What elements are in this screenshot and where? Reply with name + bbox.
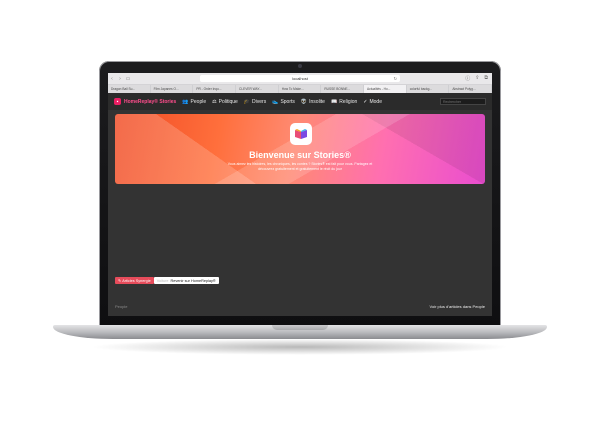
book-icon: 📖 [330, 98, 338, 105]
see-more-link[interactable]: Voir plus d'articles dans People [430, 304, 485, 309]
hero-subtitle: Vous aimez les histoires, les chroniques… [227, 162, 373, 171]
nav-item-label: Insolite [309, 98, 325, 105]
nav-item-mode[interactable]: ✓ Mode [363, 99, 382, 105]
articles-synergie-label: Articles Synergie [122, 278, 151, 283]
nav-item-divers[interactable]: 🎓 Divers [244, 99, 266, 105]
nav-item-sports[interactable]: 👟 Sports [272, 99, 295, 105]
articles-synergie-button[interactable]: ✎ Articles Synergie [115, 277, 154, 284]
check-icon: ✓ [363, 98, 368, 105]
browser-chrome: ‹ › ▭ localhost ↻ ⓘ ⇪ ⧉ Dragon Ball Su..… [108, 73, 492, 94]
address-row: ‹ › ▭ localhost ↻ ⓘ ⇪ ⧉ [108, 73, 492, 84]
site-nav: ▪ HomeReplay® Stories 👥 People ⚖ Politique 🎓… [108, 93, 492, 110]
nav-item-label: Religion [339, 98, 358, 105]
laptop-notch [272, 325, 328, 330]
nav-item-label: Politique [218, 98, 238, 105]
reload-icon[interactable]: ↻ [394, 76, 397, 81]
url-text: localhost [292, 76, 308, 81]
browser-actions: ⓘ ⇪ ⧉ [465, 75, 488, 82]
nav-item-label: Sports [280, 98, 295, 105]
back-to-homereplay-button[interactable]: Voiture Revenir sur HomeReplay® [153, 277, 219, 284]
hero-title: Bienvenue sur Stories® [249, 150, 351, 160]
nav-item-insolite[interactable]: 👽 Insolite [301, 99, 325, 105]
nav-item-label: People [190, 98, 207, 105]
nav-item-label: Mode [369, 98, 382, 105]
nav-item-politique[interactable]: ⚖ Politique [212, 99, 238, 105]
address-bar[interactable]: localhost ↻ [200, 75, 400, 82]
footer-category[interactable]: People [115, 304, 127, 309]
hero-banner: Bienvenue sur Stories® Vous aimez les hi… [115, 114, 485, 184]
brand-name[interactable]: HomeReplay® Stories [124, 99, 176, 105]
nav-item-label: Divers [252, 98, 267, 105]
alien-icon: 👽 [300, 98, 308, 105]
camera [298, 64, 302, 68]
pencil-icon: ✎ [118, 279, 122, 283]
back-label: Revenir sur HomeReplay® [170, 278, 216, 283]
nav-item-religion[interactable]: 📖 Religion [331, 99, 357, 105]
faint-label: Voiture [156, 278, 169, 283]
people-icon: 👥 [182, 98, 189, 105]
nav-item-people[interactable]: 👥 People [182, 99, 206, 105]
tabs-icon[interactable]: ⧉ [484, 75, 488, 82]
forward-icon[interactable]: › [116, 76, 124, 82]
browser-screen: ‹ › ▭ localhost ↻ ⓘ ⇪ ⧉ Dragon Ball Su..… [108, 73, 492, 316]
info-icon[interactable]: ⓘ [465, 75, 470, 82]
search-input[interactable] [440, 98, 486, 105]
sidebar-icon[interactable]: ▭ [124, 76, 132, 82]
sports-shoe-icon: 👟 [272, 98, 279, 105]
article-controls: ✎ Articles Synergie Voiture Revenir sur … [115, 277, 219, 284]
nav-items: 👥 People ⚖ Politique 🎓 Divers 👟 Sports 👽 Insolite… [182, 99, 388, 105]
share-icon[interactable]: ⇪ [475, 75, 479, 82]
stories-app-icon [290, 123, 312, 145]
open-book-icon [295, 129, 307, 139]
graduation-cap-icon: 🎓 [243, 98, 251, 105]
logo-icon[interactable]: ▪ [114, 98, 121, 105]
back-icon[interactable]: ‹ [108, 76, 116, 82]
politics-icon: ⚖ [212, 98, 217, 105]
laptop-shadow [90, 339, 510, 355]
